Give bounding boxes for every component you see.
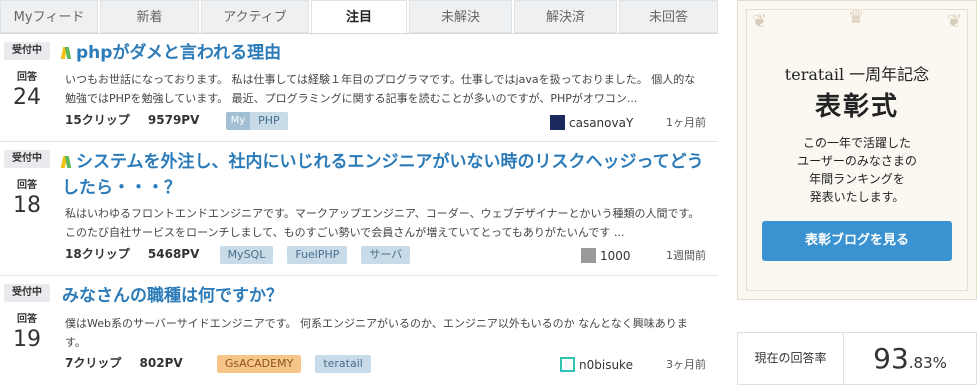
question-author[interactable]: casanovaY bbox=[550, 113, 633, 133]
question-excerpt: 私はいわゆるフロントエンドエンジニアです。マークアップエンジニア、コーダー、ウェ… bbox=[65, 207, 700, 239]
award-blog-button[interactable]: 表彰ブログを見る bbox=[762, 221, 952, 261]
answer-rate-box: 現在の回答率 93.83% bbox=[737, 332, 977, 385]
tag-fuelphp[interactable]: FuelPHP bbox=[287, 245, 348, 264]
author-name[interactable]: n0bisuke bbox=[579, 358, 633, 372]
tag-teratail[interactable]: teratail bbox=[315, 354, 371, 373]
beginner-mark-icon bbox=[62, 47, 70, 59]
avatar bbox=[560, 357, 575, 372]
banner-title: teratail 一周年記念 bbox=[784, 65, 930, 84]
question-title[interactable]: システムを外注し、社内にいじれるエンジニアがいない時のリスクヘッジってどうしたら… bbox=[62, 149, 712, 201]
crown-icon: ♛ bbox=[848, 7, 865, 28]
question-time: 1ヶ月前 bbox=[666, 116, 706, 129]
tab-new[interactable]: 新着 bbox=[100, 0, 199, 33]
banner-description: この一年で活躍した ユーザーのみなさまの 年間ランキングを 発表いたします。 bbox=[738, 134, 976, 206]
page-views: 9579PV bbox=[147, 113, 200, 127]
status-badge: 受付中 bbox=[4, 284, 50, 302]
avatar bbox=[581, 248, 596, 263]
question-item: 受付中 回答 24 phpがダメと言われる理由 いつもお世話になっております。 … bbox=[0, 34, 718, 142]
banner-desc-line: 発表いたします。 bbox=[809, 190, 905, 204]
tab-solved[interactable]: 解決済 bbox=[514, 0, 617, 33]
status-badge: 受付中 bbox=[4, 150, 50, 168]
tag-my-label: My bbox=[225, 111, 251, 130]
page-views: 5468PV bbox=[147, 247, 200, 261]
tab-unanswered[interactable]: 未回答 bbox=[619, 0, 718, 33]
avatar bbox=[550, 115, 565, 130]
page-views: 802PV bbox=[139, 356, 183, 370]
question-title[interactable]: phpがダメと言われる理由 bbox=[62, 40, 281, 66]
anniversary-banner[interactable]: ♛ ❦ ❦ teratail 一周年記念 表彰式 この一年で活躍した ユーザーの… bbox=[737, 0, 977, 300]
answers-label: 回答 bbox=[17, 72, 37, 83]
question-meta: 15クリップ 9579PV My PHP bbox=[65, 110, 302, 130]
answers-count: 19 bbox=[13, 327, 41, 352]
answer-rate-value: 93.83% bbox=[844, 333, 976, 384]
question-author[interactable]: n0bisuke bbox=[560, 355, 633, 375]
question-title-text[interactable]: phpがダメと言われる理由 bbox=[76, 43, 281, 63]
answer-rate-label: 現在の回答率 bbox=[738, 333, 844, 384]
corner-ornament-icon: ❦ bbox=[946, 11, 962, 32]
tag-mysql[interactable]: MySQL bbox=[219, 245, 274, 264]
question-title[interactable]: みなさんの職種は何ですか？ bbox=[62, 283, 283, 309]
question-title-text[interactable]: システムを外注し、社内にいじれるエンジニアがいない時のリスクヘッジってどうしたら… bbox=[62, 152, 704, 198]
banner-desc-line: ユーザーのみなさまの bbox=[797, 154, 917, 168]
clip-count: 7クリップ bbox=[65, 356, 122, 370]
feed-tabs: Myフィード 新着 アクティブ 注目 未解決 解決済 未回答 bbox=[0, 0, 718, 35]
answers-count: 24 bbox=[13, 85, 41, 110]
status-badge: 受付中 bbox=[4, 42, 50, 60]
answers-label: 回答 bbox=[17, 180, 37, 191]
tab-unsolved[interactable]: 未解決 bbox=[409, 0, 512, 33]
clip-count: 18クリップ bbox=[65, 247, 130, 261]
beginner-mark-icon bbox=[62, 156, 70, 168]
tab-featured[interactable]: 注目 bbox=[311, 0, 407, 35]
author-name[interactable]: casanovaY bbox=[569, 116, 633, 130]
answers-count: 18 bbox=[13, 193, 41, 218]
question-title-text[interactable]: みなさんの職種は何ですか？ bbox=[62, 286, 283, 306]
banner-heading: 表彰式 bbox=[814, 92, 899, 122]
answer-rate-int: 93 bbox=[873, 342, 909, 375]
question-time: 1週間前 bbox=[666, 249, 706, 262]
clip-count: 15クリップ bbox=[65, 113, 130, 127]
answers-label: 回答 bbox=[17, 314, 37, 325]
tab-my-feed[interactable]: Myフィード bbox=[0, 0, 98, 33]
tab-active[interactable]: アクティブ bbox=[201, 0, 309, 33]
question-item: 受付中 回答 18 システムを外注し、社内にいじれるエンジニアがいない時のリスク… bbox=[0, 142, 718, 276]
answer-rate-decimal: .83% bbox=[908, 354, 947, 372]
tag-gsacademy[interactable]: GsACADEMY bbox=[216, 354, 302, 373]
question-stats: 受付中 回答 24 bbox=[0, 34, 54, 110]
question-excerpt: 僕はWeb系のサーバーサイドエンジニアです。 何系エンジニアがいるのか、エンジニ… bbox=[65, 317, 688, 349]
question-stats: 受付中 回答 18 bbox=[0, 142, 54, 218]
author-name[interactable]: 1000 bbox=[600, 249, 631, 263]
banner-desc-line: この一年で活躍した bbox=[802, 136, 911, 150]
banner-desc-line: 年間ランキングを bbox=[809, 172, 905, 186]
question-stats: 受付中 回答 19 bbox=[0, 276, 54, 352]
question-meta: 18クリップ 5468PV MySQL FuelPHP サーバ bbox=[65, 244, 424, 264]
question-item: 受付中 回答 19 みなさんの職種は何ですか？ 僕はWeb系のサーバーサイドエン… bbox=[0, 276, 718, 385]
question-meta: 7クリップ 802PV GsACADEMY teratail bbox=[65, 353, 385, 373]
tag-php[interactable]: PHP bbox=[250, 111, 288, 130]
corner-ornament-icon: ❦ bbox=[752, 11, 768, 32]
question-excerpt: いつもお世話になっております。 私は仕事しては経験１年目のプログラマです。仕事し… bbox=[65, 73, 696, 105]
question-time: 3ヶ月前 bbox=[666, 358, 706, 371]
question-author[interactable]: 1000 bbox=[581, 246, 631, 266]
tag-server[interactable]: サーバ bbox=[361, 245, 411, 264]
